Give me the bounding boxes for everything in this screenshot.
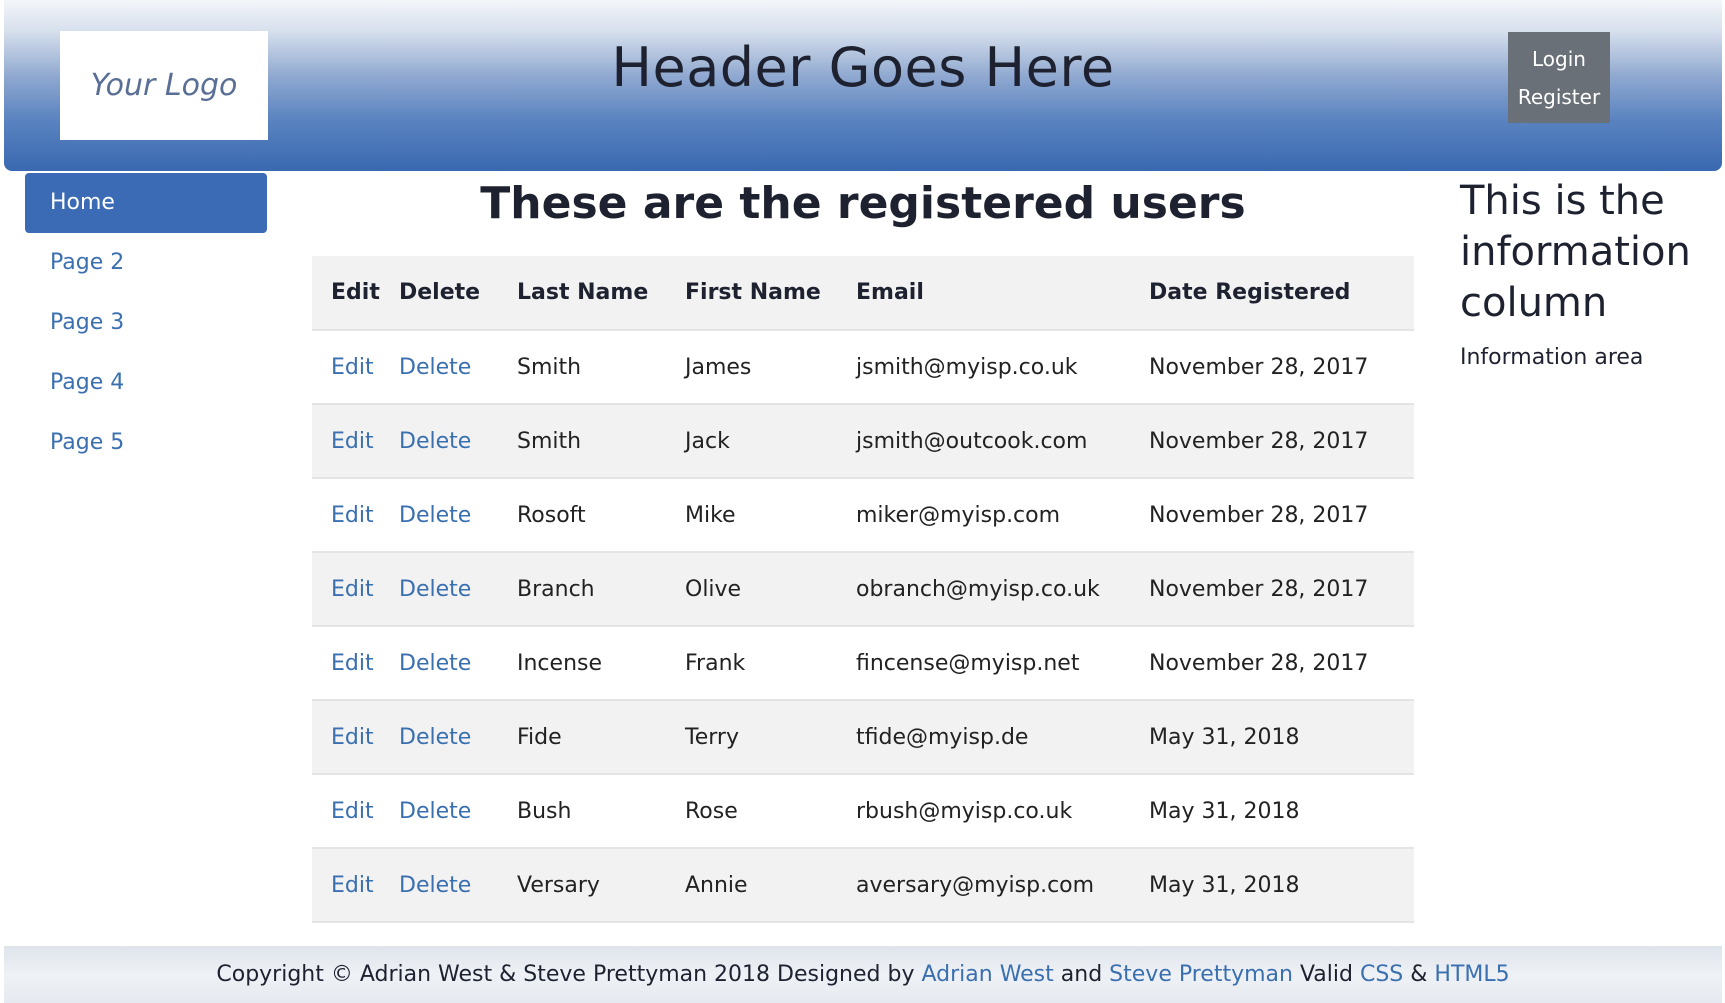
table-header-row: Edit Delete Last Name First Name Email D… (312, 256, 1414, 331)
last-name-cell: Bush (517, 774, 685, 849)
first-name-cell: Annie (685, 848, 856, 923)
table-row: Edit Delete Fide Terry tfide@myisp.de Ma… (312, 700, 1414, 775)
table-row: Edit Delete Smith Jack jsmith@outcook.co… (312, 404, 1414, 479)
table-row: Edit Delete Bush Rose rbush@myisp.co.uk … (312, 774, 1414, 849)
nav-item-page-2[interactable]: Page 2 (25, 233, 267, 293)
last-name-cell: Versary (517, 848, 685, 923)
edit-link[interactable]: Edit (331, 873, 374, 898)
delete-link[interactable]: Delete (399, 577, 471, 602)
edit-link[interactable]: Edit (331, 799, 374, 824)
column-header-edit: Edit (312, 256, 399, 331)
login-link[interactable]: Login (1532, 47, 1586, 71)
column-header-last-name: Last Name (517, 256, 685, 331)
delete-link[interactable]: Delete (399, 873, 471, 898)
email-cell: miker@myisp.com (856, 478, 1149, 553)
last-name-cell: Incense (517, 626, 685, 701)
page-title: These are the registered users (480, 178, 1246, 229)
info-column: This is the information column Informati… (1460, 176, 1720, 370)
info-text: Information area (1460, 345, 1644, 370)
nav-item-page-3[interactable]: Page 3 (25, 293, 267, 353)
footer-link-adrian-west[interactable]: Adrian West (921, 962, 1053, 987)
auth-panel: Login Register (1508, 32, 1610, 123)
edit-link[interactable]: Edit (331, 355, 374, 380)
footer-text-and: and (1053, 962, 1110, 987)
date-cell: November 28, 2017 (1149, 404, 1414, 479)
date-cell: November 28, 2017 (1149, 330, 1414, 405)
header-bar: Your Logo Header Goes Here Login Registe… (4, 0, 1722, 171)
column-header-email: Email (856, 256, 1149, 331)
date-cell: November 28, 2017 (1149, 626, 1414, 701)
footer-link-steve-prettyman[interactable]: Steve Prettyman (1109, 962, 1293, 987)
edit-link[interactable]: Edit (331, 577, 374, 602)
delete-link[interactable]: Delete (399, 725, 471, 750)
delete-link[interactable]: Delete (399, 651, 471, 676)
email-cell: rbush@myisp.co.uk (856, 774, 1149, 849)
table-row: Edit Delete Branch Olive obranch@myisp.c… (312, 552, 1414, 627)
sidebar-nav: Home Page 2 Page 3 Page 4 Page 5 (25, 173, 267, 473)
first-name-cell: Jack (685, 404, 856, 479)
last-name-cell: Smith (517, 404, 685, 479)
date-cell: May 31, 2018 (1149, 848, 1414, 923)
date-cell: May 31, 2018 (1149, 774, 1414, 849)
delete-link[interactable]: Delete (399, 503, 471, 528)
date-cell: November 28, 2017 (1149, 552, 1414, 627)
footer-text-ampersand: & (1403, 962, 1435, 987)
table-row: Edit Delete Versary Annie aversary@myisp… (312, 848, 1414, 923)
first-name-cell: Olive (685, 552, 856, 627)
delete-link[interactable]: Delete (399, 799, 471, 824)
edit-link[interactable]: Edit (331, 725, 374, 750)
column-header-delete: Delete (399, 256, 517, 331)
last-name-cell: Rosoft (517, 478, 685, 553)
footer-link-html5[interactable]: HTML5 (1434, 962, 1509, 987)
first-name-cell: Rose (685, 774, 856, 849)
table-row: Edit Delete Incense Frank fincense@myisp… (312, 626, 1414, 701)
email-cell: jsmith@outcook.com (856, 404, 1149, 479)
first-name-cell: Mike (685, 478, 856, 553)
edit-link[interactable]: Edit (331, 651, 374, 676)
info-heading: This is the information column (1460, 178, 1691, 326)
nav-item-page-5[interactable]: Page 5 (25, 413, 267, 473)
footer: Copyright © Adrian West & Steve Prettyma… (4, 946, 1722, 1003)
nav-item-home[interactable]: Home (25, 173, 267, 233)
first-name-cell: Frank (685, 626, 856, 701)
register-link[interactable]: Register (1518, 85, 1600, 109)
date-cell: November 28, 2017 (1149, 478, 1414, 553)
email-cell: jsmith@myisp.co.uk (856, 330, 1149, 405)
page: Your Logo Header Goes Here Login Registe… (0, 0, 1725, 1003)
email-cell: obranch@myisp.co.uk (856, 552, 1149, 627)
table-row: Edit Delete Smith James jsmith@myisp.co.… (312, 330, 1414, 405)
email-cell: fincense@myisp.net (856, 626, 1149, 701)
footer-text-valid: Valid (1292, 962, 1360, 987)
last-name-cell: Fide (517, 700, 685, 775)
users-table-container: Edit Delete Last Name First Name Email D… (312, 256, 1414, 923)
last-name-cell: Smith (517, 330, 685, 405)
delete-link[interactable]: Delete (399, 429, 471, 454)
email-cell: tfide@myisp.de (856, 700, 1149, 775)
table-row: Edit Delete Rosoft Mike miker@myisp.com … (312, 478, 1414, 553)
nav-item-page-4[interactable]: Page 4 (25, 353, 267, 413)
users-table: Edit Delete Last Name First Name Email D… (312, 256, 1414, 923)
column-header-date-registered: Date Registered (1149, 256, 1414, 331)
footer-link-css[interactable]: CSS (1360, 962, 1403, 987)
email-cell: aversary@myisp.com (856, 848, 1149, 923)
first-name-cell: James (685, 330, 856, 405)
header-title: Header Goes Here (611, 36, 1115, 99)
footer-copyright-text: Copyright © Adrian West & Steve Prettyma… (216, 962, 922, 987)
edit-link[interactable]: Edit (331, 503, 374, 528)
date-cell: May 31, 2018 (1149, 700, 1414, 775)
column-header-first-name: First Name (685, 256, 856, 331)
first-name-cell: Terry (685, 700, 856, 775)
last-name-cell: Branch (517, 552, 685, 627)
edit-link[interactable]: Edit (331, 429, 374, 454)
delete-link[interactable]: Delete (399, 355, 471, 380)
